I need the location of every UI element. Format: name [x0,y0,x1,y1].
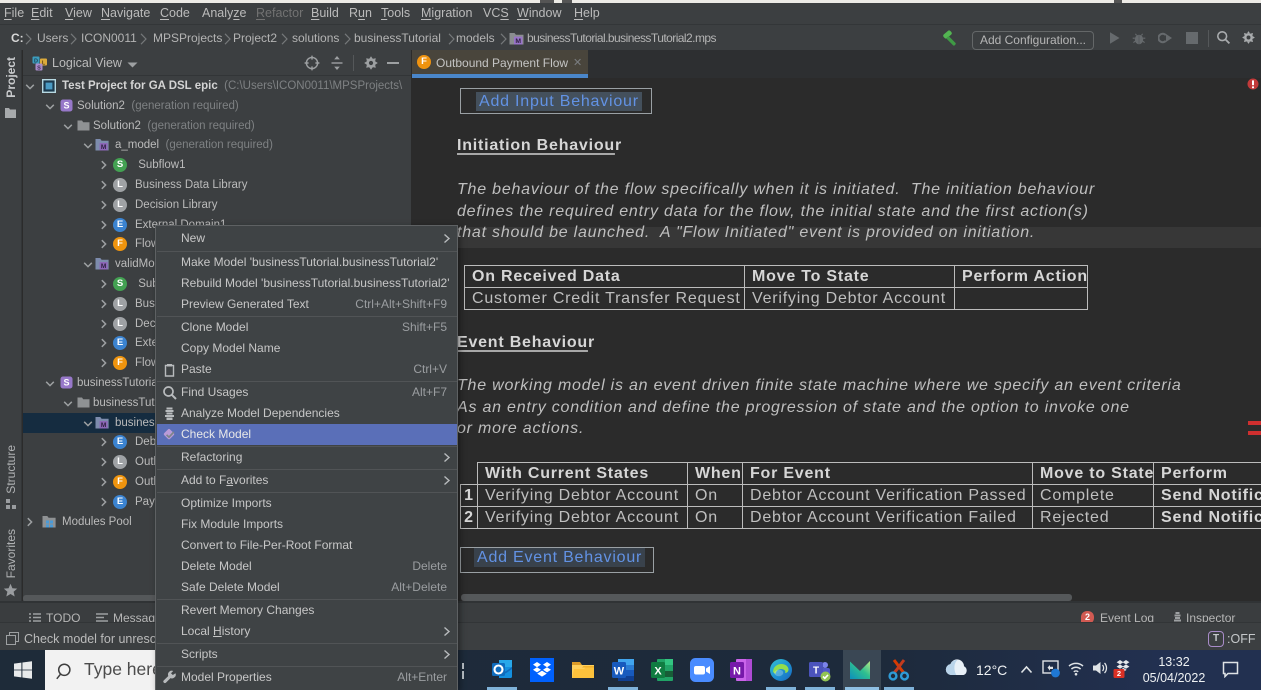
svg-text:M: M [101,263,106,270]
svg-text:S: S [63,378,69,388]
svg-text:T: T [813,666,819,677]
svg-text:S: S [37,65,41,71]
svg-text:N: N [733,666,741,678]
svg-text:D: D [34,58,38,64]
svg-text:2: 2 [1117,669,1121,678]
svg-text:W: W [614,666,625,678]
svg-text:X: X [654,666,662,678]
svg-text:S: S [63,101,69,111]
svg-text:M: M [515,38,521,45]
svg-text:M: M [101,144,106,151]
svg-text:M: M [101,422,106,429]
